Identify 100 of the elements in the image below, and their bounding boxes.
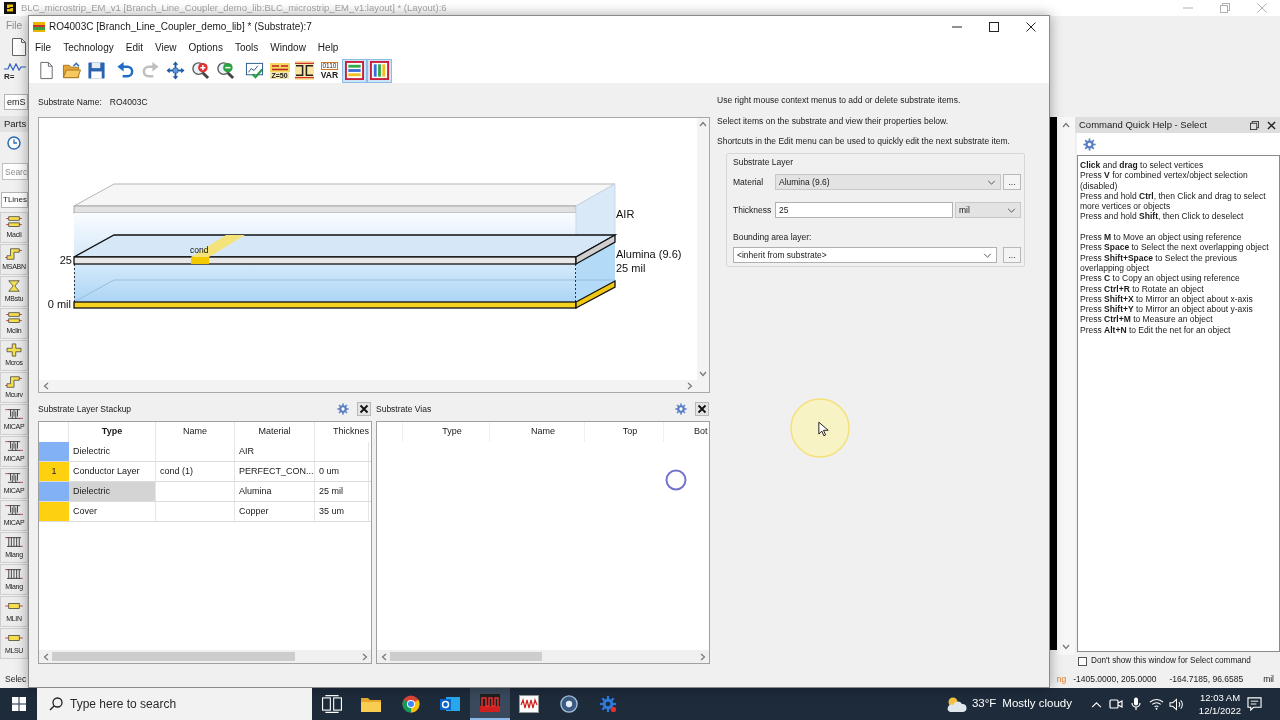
chevron-down-icon[interactable] bbox=[983, 252, 992, 258]
horizontal-scrollbar[interactable] bbox=[39, 650, 371, 663]
menu-item[interactable]: Options bbox=[182, 43, 229, 53]
menu-item[interactable]: Edit bbox=[119, 43, 149, 53]
menu-item[interactable]: Tools bbox=[228, 43, 265, 53]
ground-plane[interactable] bbox=[73, 279, 616, 310]
dielectric-layer[interactable] bbox=[73, 242, 616, 303]
table-cell[interactable]: AIR bbox=[235, 442, 315, 461]
table-cell[interactable]: PERFECT_CON... bbox=[235, 462, 315, 481]
clock-icon[interactable] bbox=[7, 136, 21, 150]
clock-time[interactable]: 12:03 AM bbox=[1199, 691, 1241, 704]
menu-item[interactable]: Technology bbox=[57, 43, 120, 53]
conductor-layer[interactable] bbox=[73, 233, 618, 266]
unit-dropdown[interactable]: mil bbox=[955, 202, 1021, 218]
info-text: Select items on the substrate and view their properties below. bbox=[717, 115, 950, 126]
scroll-down-icon[interactable] bbox=[1062, 644, 1070, 650]
column-header[interactable]: Name bbox=[156, 422, 235, 442]
close-icon[interactable] bbox=[357, 402, 371, 416]
vertical-scrollbar[interactable] bbox=[697, 118, 709, 380]
scroll-left-icon[interactable] bbox=[42, 652, 49, 661]
thickness-input[interactable]: 25 bbox=[775, 202, 953, 218]
scroll-right-icon[interactable] bbox=[361, 652, 368, 661]
column-header[interactable]: Material bbox=[235, 422, 315, 442]
component-icon bbox=[5, 535, 23, 549]
circle-dot-icon bbox=[558, 695, 579, 713]
scroll-up-icon[interactable] bbox=[699, 121, 707, 127]
chevron-down-icon[interactable] bbox=[1007, 207, 1016, 213]
column-header[interactable]: Name bbox=[490, 422, 585, 442]
browse-button[interactable]: ... bbox=[1003, 247, 1021, 263]
close-icon[interactable] bbox=[695, 402, 709, 416]
checkbox[interactable] bbox=[1078, 657, 1087, 666]
wifi-icon[interactable] bbox=[1148, 698, 1164, 710]
column-header[interactable]: Top bbox=[585, 422, 664, 442]
scrollbar-thumb[interactable] bbox=[390, 652, 542, 661]
column-header[interactable]: Bot bbox=[664, 422, 709, 442]
scroll-up-icon[interactable] bbox=[1062, 122, 1070, 128]
info-text: Use right mouse context menus to add or delete substrate items. bbox=[717, 95, 962, 105]
browse-button[interactable]: ... bbox=[1003, 174, 1021, 190]
table-cell[interactable]: Conductor Layer bbox=[69, 462, 156, 481]
close-icon[interactable] bbox=[1025, 22, 1036, 32]
volume-icon[interactable] bbox=[1168, 697, 1184, 711]
stack-columns-button[interactable] bbox=[367, 58, 392, 83]
column-header[interactable]: Thicknes bbox=[315, 422, 369, 442]
field-label: Bounding area layer: bbox=[733, 231, 813, 243]
bounding-layer-dropdown[interactable]: <inherit from substrate> bbox=[733, 247, 997, 263]
taskbar-app[interactable] bbox=[470, 688, 510, 720]
scroll-left-icon[interactable] bbox=[380, 652, 387, 661]
table-cell[interactable]: 25 mil bbox=[315, 482, 369, 501]
table-cell[interactable]: Dielectric bbox=[69, 442, 156, 461]
notification-icon[interactable] bbox=[1247, 697, 1262, 711]
horizontal-scrollbar[interactable] bbox=[39, 380, 709, 392]
search-field[interactable]: Searc bbox=[2, 163, 28, 180]
library-dropdown[interactable]: TLines bbox=[1, 192, 28, 208]
scrollbar-thumb[interactable] bbox=[52, 652, 295, 661]
settings-icon[interactable] bbox=[675, 403, 687, 415]
height-mark: 0 mil bbox=[47, 298, 71, 310]
table-cell[interactable]: Cover bbox=[69, 502, 156, 521]
chart-window-icon bbox=[519, 695, 540, 713]
scroll-left-icon[interactable] bbox=[43, 382, 49, 390]
close-icon[interactable] bbox=[1267, 120, 1276, 130]
table-cell[interactable]: Dielectric bbox=[69, 482, 156, 501]
menu-item[interactable]: Window bbox=[264, 43, 312, 53]
table-cell[interactable]: cond (1) bbox=[156, 462, 235, 481]
resistor-tool-button[interactable]: R= bbox=[4, 63, 26, 81]
column-header[interactable]: Type bbox=[403, 422, 490, 442]
panel-title: Substrate Layer Stackup bbox=[38, 404, 132, 414]
stack-rows-button[interactable] bbox=[342, 58, 367, 83]
column-header[interactable]: Type bbox=[69, 422, 156, 442]
help-text: Press V for combined vertex/object selection (disabled) bbox=[1080, 170, 1249, 191]
combo-box[interactable]: emS bbox=[4, 94, 28, 110]
menu-item[interactable]: View bbox=[148, 43, 183, 53]
chevron-down-icon[interactable] bbox=[987, 179, 996, 185]
table-cell[interactable]: 0 um bbox=[315, 462, 369, 481]
microphone-icon[interactable] bbox=[1131, 697, 1141, 711]
settings-icon[interactable] bbox=[337, 403, 349, 415]
scroll-down-icon[interactable] bbox=[699, 371, 707, 377]
search-field[interactable]: Type here to search bbox=[37, 688, 312, 720]
camera-icon[interactable] bbox=[1109, 697, 1123, 711]
component-icon bbox=[5, 375, 23, 389]
new-file-icon[interactable] bbox=[12, 38, 26, 56]
horizontal-scrollbar[interactable] bbox=[377, 650, 709, 663]
table-cell[interactable]: Copper bbox=[235, 502, 315, 521]
chevron-up-icon[interactable] bbox=[1090, 700, 1102, 708]
help-text: Press C to Copy an object using reference bbox=[1080, 273, 1241, 284]
maximize-icon[interactable] bbox=[988, 22, 999, 32]
start-icon[interactable] bbox=[11, 697, 26, 711]
table-cell[interactable]: Alumina bbox=[235, 482, 315, 501]
float-icon[interactable] bbox=[1250, 120, 1259, 130]
split-button[interactable] bbox=[292, 58, 317, 83]
scroll-right-icon[interactable] bbox=[699, 652, 706, 661]
settings-icon[interactable] bbox=[1083, 137, 1096, 151]
menu-item[interactable]: Help bbox=[311, 43, 345, 53]
scroll-right-icon[interactable] bbox=[687, 382, 693, 390]
vertical-scrollbar[interactable] bbox=[1057, 117, 1075, 655]
conductor-strip[interactable] bbox=[191, 235, 245, 264]
clock-date[interactable]: 12/1/2022 bbox=[1198, 704, 1242, 717]
table-cell[interactable]: 35 um bbox=[315, 502, 369, 521]
field-label: Substrate Name: bbox=[38, 97, 102, 107]
menu-item[interactable]: File bbox=[29, 43, 58, 53]
material-dropdown[interactable]: Alumina (9.6) bbox=[775, 174, 1001, 190]
